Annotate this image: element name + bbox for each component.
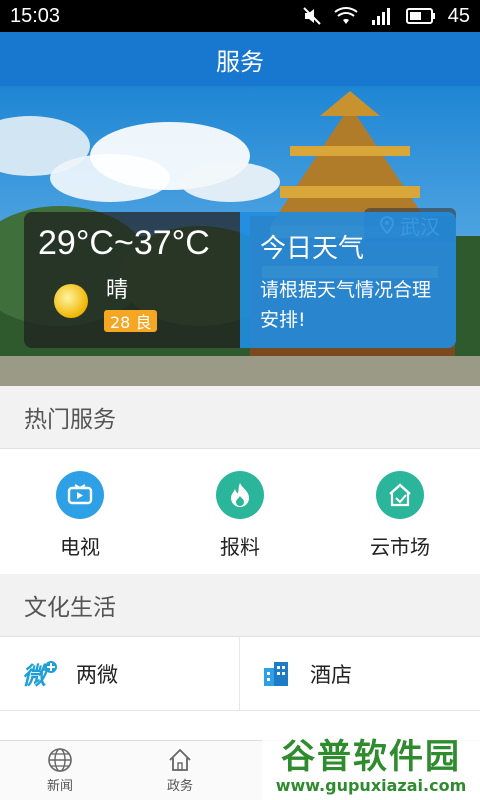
culture-item-weibo-weixin[interactable]: 微 两微 [0, 637, 240, 711]
watermark-title: 谷普软件园 [281, 737, 461, 777]
hotel-icon [264, 661, 288, 686]
nav-label: 新闻 [46, 779, 73, 794]
signal-icon [371, 8, 390, 25]
market-icon [376, 471, 424, 519]
status-time: 15:03 [10, 4, 61, 27]
watermark-logo: 谷普软件园 www.gupuxiazai.com [262, 724, 480, 800]
sunny-icon [54, 284, 88, 318]
service-report[interactable]: 报料 [160, 449, 320, 574]
weather-card[interactable]: 29°C~37°C 晴 28 良 [24, 212, 240, 348]
nav-government[interactable]: 政务 [120, 741, 240, 800]
status-icons: 45 [302, 5, 470, 28]
temperature-range: 29°C~37°C [38, 224, 210, 262]
culture-label: 酒店 [310, 662, 352, 687]
service-label: 电视 [60, 535, 100, 559]
nav-label: 政务 [166, 779, 193, 794]
weibo-weixin-icon: 微 [22, 660, 57, 688]
tv-icon [56, 471, 104, 519]
mute-icon [303, 7, 321, 25]
service-label: 云市场 [370, 535, 430, 559]
culture-item-hotel[interactable]: 酒店 [240, 637, 480, 711]
service-label: 报料 [220, 535, 260, 559]
hot-services-header: 热门服务 [0, 386, 480, 448]
status-bar: 15:03 45 [0, 0, 480, 32]
app-bar: 服务 [0, 32, 480, 86]
battery-icon [405, 8, 435, 24]
service-cloud-market[interactable]: 云市场 [320, 449, 480, 574]
page-title: 服务 [216, 47, 264, 76]
battery-level: 45 [447, 4, 470, 27]
aqi-badge: 28 良 [104, 310, 158, 332]
watermark-url: www.gupuxiazai.com [275, 776, 467, 795]
tip-title: 今日天气 [260, 234, 365, 264]
hot-services: 电视 报料 云市场 [0, 448, 480, 574]
culture-label: 两微 [76, 662, 118, 687]
home-icon [169, 748, 191, 771]
service-tv[interactable]: 电视 [0, 449, 160, 574]
culture-header: 文化生活 [0, 574, 480, 636]
nav-news[interactable]: 新闻 [0, 741, 120, 800]
weather-tip-card[interactable]: 今日天气 请根据天气情况合理安排! [240, 212, 456, 348]
flame-icon [216, 471, 264, 519]
weather-condition: 晴 [106, 278, 129, 303]
globe-icon [48, 748, 72, 772]
tip-text: 请根据天气情况合理安排! [260, 279, 432, 331]
wifi-icon [334, 7, 358, 24]
